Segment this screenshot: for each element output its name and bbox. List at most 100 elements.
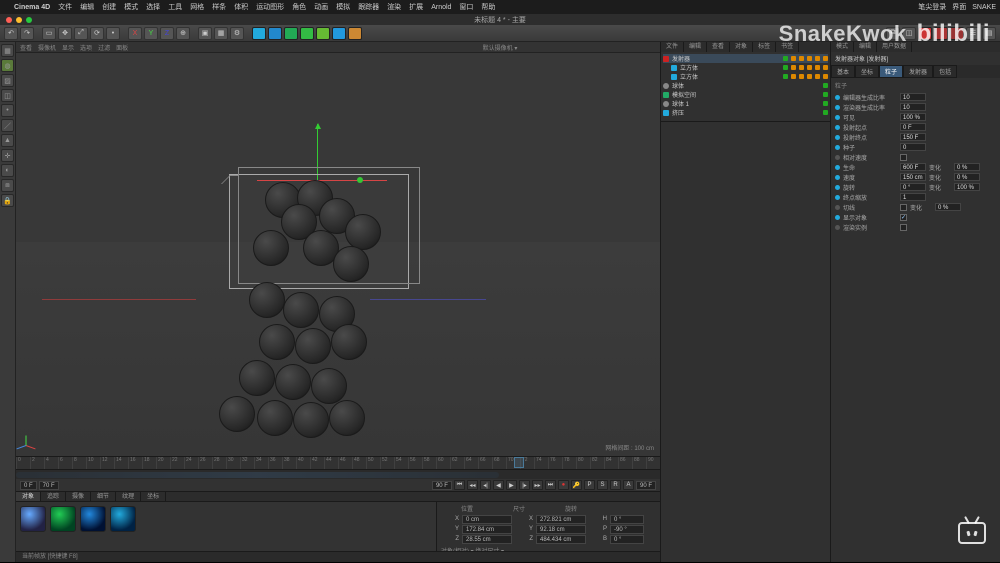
select-tool[interactable]: ▭: [42, 27, 56, 40]
menu-select[interactable]: 选择: [146, 2, 160, 12]
timeline-tick[interactable]: 42: [310, 457, 324, 469]
timeline-tick[interactable]: 28: [212, 457, 226, 469]
visibility-dot[interactable]: [823, 110, 828, 115]
timeline-tick[interactable]: 30: [226, 457, 240, 469]
attr-anim-dot[interactable]: [835, 165, 840, 170]
timeline-tick[interactable]: 4: [44, 457, 58, 469]
range-start-field[interactable]: 0 F: [20, 481, 37, 490]
btab-coord[interactable]: 坐标: [141, 492, 166, 501]
app-name[interactable]: Cinema 4D: [14, 4, 50, 11]
menubar-layout[interactable]: 界面: [952, 2, 966, 12]
attr-value-field[interactable]: 100 %: [900, 113, 926, 121]
axis-z-toggle[interactable]: Z: [160, 27, 174, 40]
menu-arnold[interactable]: Arnold: [431, 4, 451, 11]
timeline-tick[interactable]: 82: [590, 457, 604, 469]
attr-value-field[interactable]: 600 F: [900, 163, 926, 171]
arnold-button-2[interactable]: [934, 27, 948, 40]
timeline-tick[interactable]: 44: [324, 457, 338, 469]
workplane-button[interactable]: ◫: [902, 27, 916, 40]
btab-texture[interactable]: 纹理: [116, 492, 141, 501]
timeline-tick[interactable]: 2: [30, 457, 44, 469]
edge-mode-button[interactable]: ／: [1, 119, 14, 132]
timeline-tick[interactable]: 54: [394, 457, 408, 469]
menu-ext[interactable]: 扩展: [409, 2, 423, 12]
timeline-tick[interactable]: 58: [422, 457, 436, 469]
viewport-camera-label[interactable]: 默认摄像机 ▾: [483, 43, 518, 52]
attr-anim-dot[interactable]: [835, 125, 840, 130]
om-menu-obj[interactable]: 对象: [730, 42, 753, 52]
prev-key-button[interactable]: ◂|: [480, 480, 491, 490]
om-menu-file[interactable]: 文件: [661, 42, 684, 52]
arnold-button-1[interactable]: [918, 27, 932, 40]
menu-volume[interactable]: 体积: [234, 2, 248, 12]
object-tag[interactable]: [799, 65, 804, 70]
timeline-tick[interactable]: 84: [604, 457, 618, 469]
timeline-tick[interactable]: 26: [198, 457, 212, 469]
timeline-tick[interactable]: 8: [72, 457, 86, 469]
btab-detail[interactable]: 细节: [91, 492, 116, 501]
autokey-button[interactable]: 🔑: [571, 480, 582, 490]
menu-window[interactable]: 窗口: [459, 2, 473, 12]
add-light-button[interactable]: [348, 27, 362, 40]
btab-object[interactable]: 对象: [16, 492, 41, 501]
key-pos-button[interactable]: P: [584, 480, 595, 490]
attr-menu-edit[interactable]: 编辑: [854, 42, 877, 52]
object-tag[interactable]: [791, 56, 796, 61]
attr-value-field[interactable]: 0: [900, 143, 926, 151]
range-end-field[interactable]: 90 F: [432, 481, 452, 490]
object-tag[interactable]: [799, 74, 804, 79]
goto-end-button[interactable]: ⏭: [545, 480, 556, 490]
add-generator-button[interactable]: [284, 27, 298, 40]
timeline-tick[interactable]: 12: [100, 457, 114, 469]
menu-help[interactable]: 帮助: [481, 2, 495, 12]
attr-value-field[interactable]: 0 °: [900, 183, 926, 191]
material-swatch[interactable]: [80, 506, 106, 532]
record-button[interactable]: ●: [558, 480, 569, 490]
om-menu-bm[interactable]: 书签: [776, 42, 799, 52]
attr-tab-particle[interactable]: 粒子: [879, 65, 903, 78]
menu-file[interactable]: 文件: [58, 2, 72, 12]
vp-tab-display[interactable]: 显示: [62, 43, 74, 52]
project-length-field[interactable]: 90 F: [636, 481, 656, 490]
add-spline-button[interactable]: [268, 27, 282, 40]
attr-anim-dot[interactable]: [835, 205, 840, 210]
point-mode-button[interactable]: •: [1, 104, 14, 117]
poly-mode-button[interactable]: ▲: [1, 134, 14, 147]
rotate-tool[interactable]: ⟳: [90, 27, 104, 40]
coord-field[interactable]: 0 cm: [462, 515, 512, 524]
menu-mesh[interactable]: 网格: [190, 2, 204, 12]
timeline-tick[interactable]: 76: [548, 457, 562, 469]
object-tag[interactable]: [791, 65, 796, 70]
attribute-manager[interactable]: 发射器对象 [发射器] 基本 坐标 粒子 发射器 包括 粒子 编辑器生成比率10…: [831, 52, 1000, 562]
attr-value-field[interactable]: 1: [900, 193, 926, 201]
render-settings-button[interactable]: ⚙: [230, 27, 244, 40]
current-frame-field[interactable]: 70 F: [39, 481, 59, 490]
attr-value-field[interactable]: 0 %: [954, 173, 980, 181]
object-tag[interactable]: [815, 74, 820, 79]
attr-value-field[interactable]: 100 %: [954, 183, 980, 191]
timeline-tick[interactable]: 22: [170, 457, 184, 469]
timeline-tick[interactable]: 34: [254, 457, 268, 469]
play-forward-button[interactable]: ▶: [506, 480, 517, 490]
menu-char[interactable]: 角色: [292, 2, 306, 12]
object-manager[interactable]: 发射器立方体立方体球体模拟空间球体 1挤压: [661, 52, 830, 122]
timeline-powerslider[interactable]: [16, 469, 660, 479]
attr-anim-dot[interactable]: [835, 225, 840, 230]
step-fwd-button[interactable]: ▸▸: [532, 480, 543, 490]
object-tag[interactable]: [823, 56, 828, 61]
visibility-dot[interactable]: [823, 83, 828, 88]
object-row[interactable]: 挤压: [663, 108, 828, 117]
timeline-tick[interactable]: 50: [366, 457, 380, 469]
coord-field[interactable]: 484.434 cm: [536, 535, 586, 544]
timeline-tick[interactable]: 14: [114, 457, 128, 469]
menu-sim[interactable]: 模拟: [336, 2, 350, 12]
timeline[interactable]: 0246810121416182022242628303234363840424…: [16, 456, 660, 478]
material-swatch[interactable]: [50, 506, 76, 532]
key-param-button[interactable]: A: [623, 480, 634, 490]
attr-menu-user[interactable]: 用户数据: [877, 42, 912, 52]
timeline-tick[interactable]: 10: [86, 457, 100, 469]
object-row[interactable]: 立方体: [663, 72, 828, 81]
coord-field[interactable]: 92.18 cm: [536, 525, 586, 534]
render-view-button[interactable]: ▣: [198, 27, 212, 40]
object-tag[interactable]: [823, 74, 828, 79]
